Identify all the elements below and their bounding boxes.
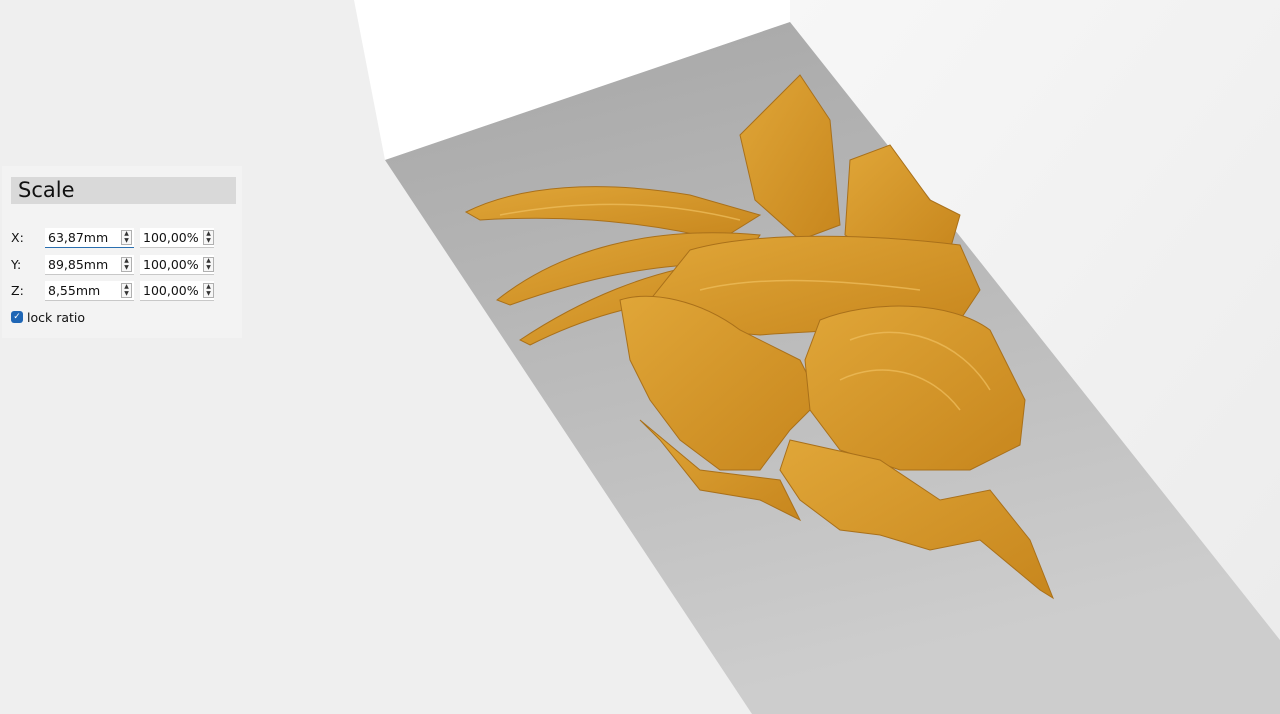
checkmark-icon[interactable]: ✓ xyxy=(11,311,23,323)
z-percent-value: 100,00% xyxy=(143,283,199,298)
y-size-value: 89,85mm xyxy=(48,257,109,272)
3d-viewport[interactable] xyxy=(0,0,1280,714)
scale-row-z: Z: 8,55mm ▲ ▼ 100,00% ▲ ▼ xyxy=(11,281,241,301)
z-size-value: 8,55mm xyxy=(48,283,101,298)
axis-label: Y: xyxy=(11,257,22,272)
x-size-spinner[interactable]: ▲ ▼ xyxy=(121,230,132,245)
z-percent-spinner[interactable]: ▲ ▼ xyxy=(203,283,214,298)
y-size-spinner[interactable]: ▲ ▼ xyxy=(121,257,132,272)
x-percent-value: 100,00% xyxy=(143,230,199,245)
x-percent-spinner[interactable]: ▲ ▼ xyxy=(203,230,214,245)
lock-ratio-label: lock ratio xyxy=(27,310,86,325)
scale-row-y: Y: 89,85mm ▲ ▼ 100,00% ▲ ▼ xyxy=(11,255,241,275)
scale-panel: Scale X: 63,87mm ▲ ▼ 100,00% ▲ ▼ Y: 89,85m… xyxy=(2,166,242,338)
axis-label: X: xyxy=(11,230,24,245)
scale-row-x: X: 63,87mm ▲ ▼ 100,00% ▲ ▼ xyxy=(11,228,241,248)
x-size-value: 63,87mm xyxy=(48,230,109,245)
z-size-spinner[interactable]: ▲ ▼ xyxy=(121,283,132,298)
panel-title: Scale xyxy=(11,177,236,204)
y-percent-value: 100,00% xyxy=(143,257,199,272)
y-percent-spinner[interactable]: ▲ ▼ xyxy=(203,257,214,272)
axis-label: Z: xyxy=(11,283,24,298)
